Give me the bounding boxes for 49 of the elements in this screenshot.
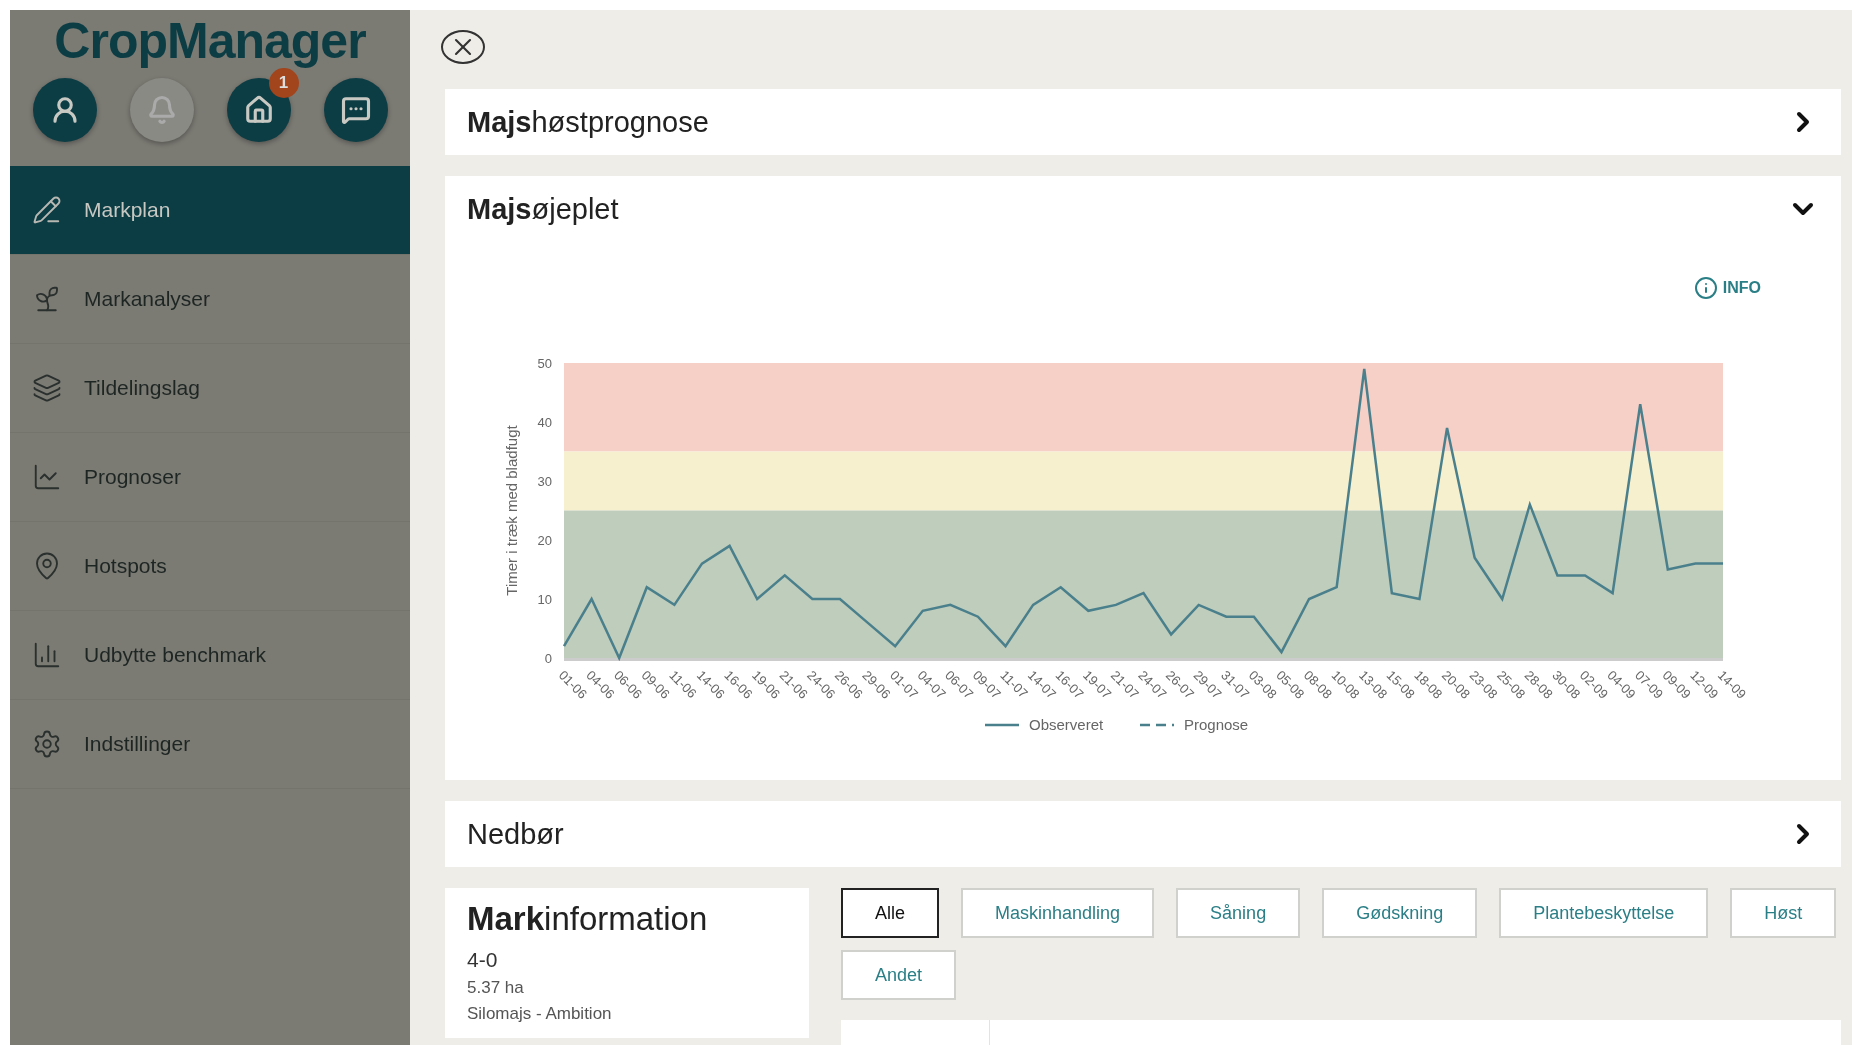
- app-logo: CropManager: [53, 12, 367, 71]
- filter-button[interactable]: Høst: [1730, 888, 1837, 938]
- panel-title: Nedbør: [467, 817, 564, 851]
- info-icon: [1693, 276, 1718, 300]
- layers-icon: [32, 373, 62, 403]
- filter-button[interactable]: Maskinhandling: [961, 888, 1155, 938]
- filter-button[interactable]: Såning: [1176, 888, 1301, 938]
- y-tick-label: 30: [537, 474, 552, 489]
- profile-button[interactable]: [32, 78, 97, 142]
- line-chart-icon: [32, 462, 62, 492]
- filter-button[interactable]: Gødskning: [1322, 888, 1478, 938]
- y-tick-label: 50: [537, 356, 552, 371]
- sidebar-item-label: Markanalyser: [84, 287, 211, 311]
- notification-badge: 1: [268, 68, 299, 98]
- y-tick-label: 40: [537, 415, 552, 430]
- y-tick-label: 10: [537, 592, 552, 607]
- sidebar-item-label: Markplan: [84, 198, 171, 222]
- sidebar-item-label: Udbytte benchmark: [84, 643, 267, 667]
- legend-label: Observeret: [1029, 716, 1104, 733]
- home-icon: [243, 95, 274, 125]
- info-link[interactable]: INFO: [1693, 276, 1761, 300]
- card-title: Markinformation: [467, 900, 709, 938]
- close-button[interactable]: [441, 30, 485, 64]
- bell-icon: [146, 95, 177, 125]
- sidebar-item-label: Tildelingslag: [84, 376, 200, 400]
- field-area: 5.37 ha: [467, 978, 787, 998]
- sidebar-item[interactable]: Markplan: [10, 166, 410, 255]
- field-crop: Silomajs - Ambition: [467, 1004, 613, 1024]
- filter-button[interactable]: Alle: [841, 888, 939, 938]
- chat-icon: [340, 95, 371, 125]
- panel-title: Majshøstprognose: [467, 105, 709, 139]
- y-tick-label: 0: [544, 651, 552, 666]
- sidebar-item-label: Prognoser: [84, 465, 181, 489]
- home-button[interactable]: [226, 78, 291, 142]
- field-name: 4-0: [467, 948, 499, 972]
- sidebar-item-label: Hotspots: [84, 554, 167, 578]
- legend-label: Prognose: [1184, 716, 1249, 733]
- bar-chart-icon: [32, 640, 62, 670]
- messages-button[interactable]: [323, 78, 388, 142]
- panel-title: Majsøjeplet: [467, 192, 619, 226]
- sidebar-item-label: Indstillinger: [84, 732, 191, 756]
- y-tick-label: 20: [537, 533, 552, 548]
- y-axis-title: Timer i træk med bladfugt: [503, 425, 520, 596]
- pencil-icon: [32, 195, 62, 225]
- settings-icon: [32, 729, 62, 759]
- legend-line: [985, 723, 1019, 727]
- filter-button[interactable]: Plantebeskyttelse: [1499, 888, 1709, 938]
- filter-button[interactable]: Andet: [841, 950, 957, 1000]
- legend-line: [1140, 723, 1174, 727]
